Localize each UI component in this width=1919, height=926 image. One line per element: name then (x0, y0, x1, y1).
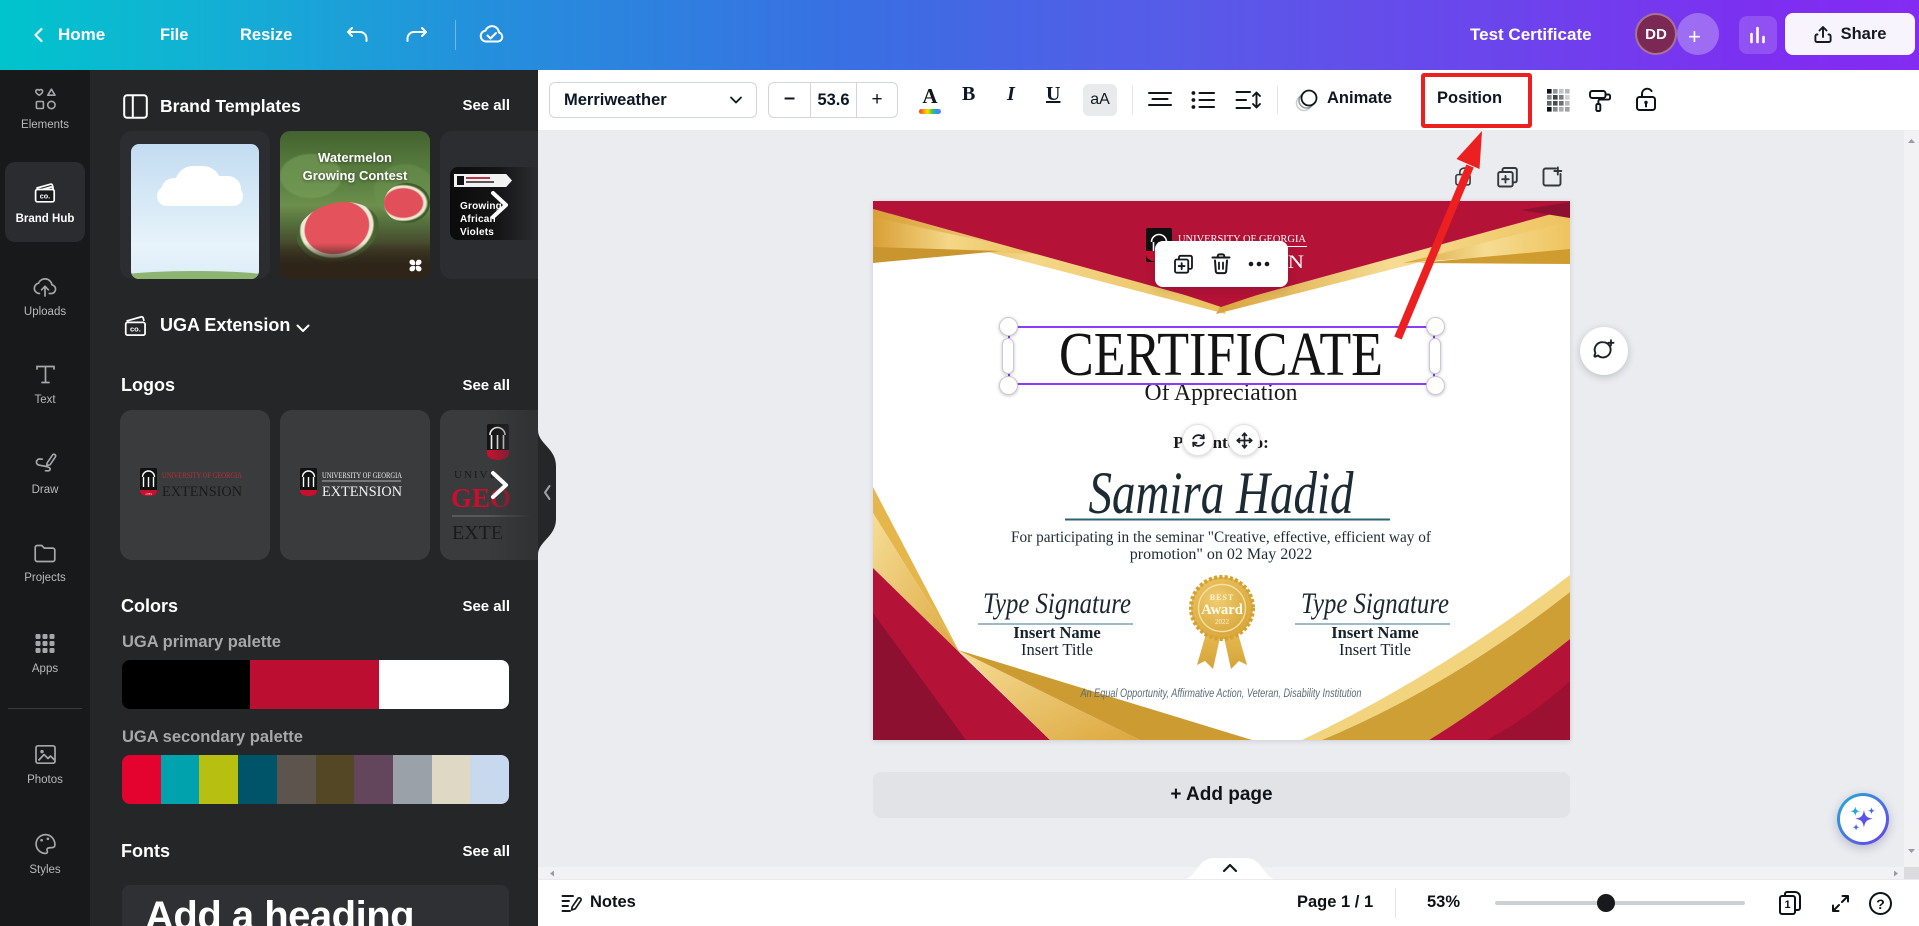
svg-text:EXTENSION: EXTENSION (162, 484, 243, 500)
svg-text:co.: co. (40, 191, 50, 200)
svg-text:For participating in the semin: For participating in the seminar "Creati… (1011, 529, 1432, 546)
svg-text:Award: Award (1201, 602, 1243, 618)
svg-text:An Equal Opportunity, Affirmat: An Equal Opportunity, Affirmative Action… (1080, 688, 1362, 700)
svg-text:Insert Title: Insert Title (1021, 640, 1093, 659)
svg-text:Insert Title: Insert Title (1339, 640, 1411, 659)
svg-text:Type Signature: Type Signature (983, 587, 1131, 620)
svg-text:UNIVERSITY OF GEORGIA: UNIVERSITY OF GEORGIA (322, 471, 402, 480)
svg-text:1785: 1785 (145, 492, 152, 496)
svg-text:BEST: BEST (1210, 593, 1234, 602)
svg-text:UNIVERSITY OF GEORGIA: UNIVERSITY OF GEORGIA (162, 471, 242, 480)
svg-text:promotion" on 02 May 2022: promotion" on 02 May 2022 (1130, 546, 1313, 563)
svg-text:EXTENSION: EXTENSION (322, 484, 403, 500)
svg-text:Type Signature: Type Signature (1301, 587, 1449, 620)
svg-text:2022: 2022 (1215, 618, 1230, 626)
svg-text:Samira Hadid: Samira Hadid (1089, 460, 1355, 526)
svg-text:co.: co. (130, 325, 141, 334)
